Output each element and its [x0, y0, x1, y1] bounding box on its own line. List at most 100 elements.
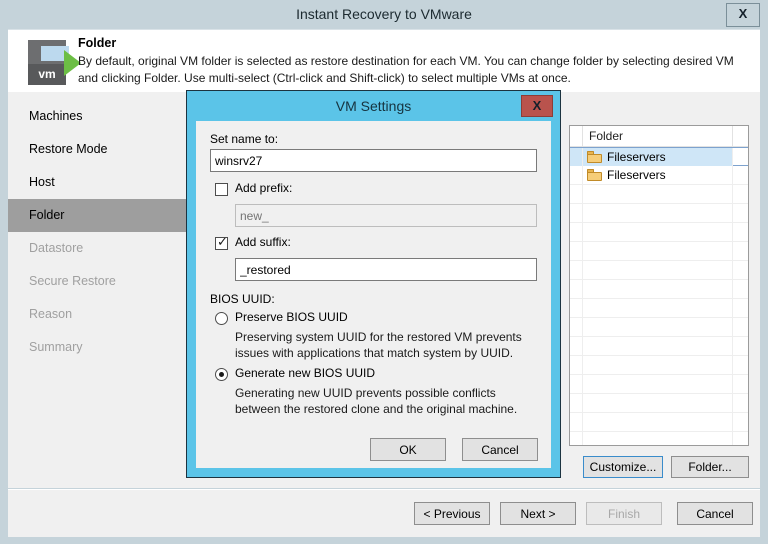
sidebar-item-folder[interactable]: Folder: [8, 199, 187, 232]
page-description: By default, original VM folder is select…: [78, 53, 750, 87]
row-gutter-cell: [570, 394, 583, 412]
window-title: Instant Recovery to VMware: [0, 0, 768, 28]
table-row-empty[interactable]: [570, 242, 748, 261]
row-gutter-cell: [570, 413, 583, 431]
row-folder-cell: Fileservers: [583, 148, 733, 166]
table-row-empty[interactable]: [570, 413, 748, 432]
row-folder-cell: [583, 337, 733, 355]
sidebar-item-summary[interactable]: Summary: [8, 331, 187, 364]
table-row[interactable]: Fileservers: [570, 166, 748, 185]
folder-table[interactable]: Folder Fileservers Fileservers: [569, 125, 749, 446]
set-name-input[interactable]: [210, 149, 537, 172]
sidebar-item-machines[interactable]: Machines: [8, 100, 187, 133]
table-row-empty[interactable]: [570, 432, 748, 446]
table-row-empty[interactable]: [570, 337, 748, 356]
next-button[interactable]: Next >: [500, 502, 576, 525]
row-gutter-cell: [570, 337, 583, 355]
row-gutter-cell: [570, 280, 583, 298]
folder-icon: [587, 151, 602, 163]
row-folder-cell: Fileservers: [583, 166, 733, 184]
row-folder-cell: [583, 204, 733, 222]
previous-button[interactable]: < Previous: [414, 502, 490, 525]
vm-settings-dialog: VM Settings X Set name to: Add prefix: ✓…: [186, 90, 561, 478]
table-row-empty[interactable]: [570, 394, 748, 413]
row-folder-label: Fileservers: [607, 166, 666, 184]
instant-recovery-wizard-window: Instant Recovery to VMware X vm Folder B…: [0, 0, 768, 544]
row-folder-cell: [583, 185, 733, 203]
table-row-empty[interactable]: [570, 356, 748, 375]
finish-button: Finish: [586, 502, 662, 525]
monitor-shape: [28, 40, 66, 64]
row-folder-cell: [583, 356, 733, 374]
preserve-bios-uuid-radio[interactable]: [215, 312, 228, 325]
sidebar-item-datastore[interactable]: Datastore: [8, 232, 187, 265]
row-folder-cell: [583, 242, 733, 260]
table-row[interactable]: Fileservers: [570, 147, 748, 166]
add-suffix-checkbox[interactable]: ✓: [215, 237, 228, 250]
dialog-close-icon[interactable]: X: [521, 95, 553, 117]
sidebar-item-reason[interactable]: Reason: [8, 298, 187, 331]
table-row-empty[interactable]: [570, 185, 748, 204]
vm-restore-icon: vm: [20, 38, 82, 88]
sidebar-item-host[interactable]: Host: [8, 166, 187, 199]
set-name-label: Set name to:: [210, 132, 278, 146]
row-gutter-cell: [570, 223, 583, 241]
page-title: Folder: [78, 36, 116, 50]
customize-button[interactable]: Customize...: [583, 456, 663, 478]
folder-button[interactable]: Folder...: [671, 456, 749, 478]
row-gutter-cell: [570, 166, 583, 184]
row-folder-cell: [583, 394, 733, 412]
table-header-folder[interactable]: Folder: [583, 126, 733, 146]
prefix-input: [235, 204, 537, 227]
table-row-empty[interactable]: [570, 318, 748, 337]
cancel-button[interactable]: Cancel: [677, 502, 753, 525]
add-prefix-checkbox[interactable]: [215, 183, 228, 196]
vm-badge: vm: [28, 64, 66, 85]
generate-bios-uuid-description: Generating new UUID prevents possible co…: [235, 385, 531, 417]
preserve-bios-uuid-label: Preserve BIOS UUID: [235, 310, 348, 324]
sidebar-item-secure-restore[interactable]: Secure Restore: [8, 265, 187, 298]
table-row-empty[interactable]: [570, 261, 748, 280]
table-row-empty[interactable]: [570, 280, 748, 299]
table-header-row: Folder: [570, 126, 748, 147]
generate-bios-uuid-radio[interactable]: [215, 368, 228, 381]
row-folder-cell: [583, 413, 733, 431]
table-row-empty[interactable]: [570, 375, 748, 394]
row-gutter-cell: [570, 204, 583, 222]
bios-uuid-label: BIOS UUID:: [210, 292, 275, 306]
suffix-input[interactable]: [235, 258, 537, 281]
table-row-empty[interactable]: [570, 299, 748, 318]
wizard-step-sidebar: Machines Restore Mode Host Folder Datast…: [8, 92, 187, 488]
row-folder-cell: [583, 223, 733, 241]
row-gutter-cell: [570, 261, 583, 279]
row-folder-cell: [583, 432, 733, 446]
row-folder-cell: [583, 375, 733, 393]
row-gutter-cell: [570, 356, 583, 374]
row-gutter-cell: [570, 432, 583, 446]
dialog-cancel-button[interactable]: Cancel: [462, 438, 538, 461]
row-folder-cell: [583, 280, 733, 298]
row-gutter-cell: [570, 242, 583, 260]
add-prefix-label: Add prefix:: [235, 181, 292, 195]
row-gutter-cell: [570, 318, 583, 336]
sidebar-item-restore-mode[interactable]: Restore Mode: [8, 133, 187, 166]
row-gutter-cell: [570, 148, 583, 166]
folder-icon: [587, 169, 602, 181]
row-folder-cell: [583, 318, 733, 336]
dialog-title: VM Settings: [187, 91, 560, 121]
row-gutter-cell: [570, 375, 583, 393]
generate-bios-uuid-label: Generate new BIOS UUID: [235, 366, 375, 380]
row-gutter-cell: [570, 185, 583, 203]
row-gutter-cell: [570, 299, 583, 317]
preserve-bios-uuid-description: Preserving system UUID for the restored …: [235, 329, 531, 361]
row-folder-cell: [583, 261, 733, 279]
table-row-empty[interactable]: [570, 223, 748, 242]
dialog-body: Set name to: Add prefix: ✓ Add suffix: B…: [196, 121, 551, 468]
wizard-header: vm Folder By default, original VM folder…: [8, 29, 760, 93]
table-header-gutter: [570, 126, 583, 146]
row-folder-cell: [583, 299, 733, 317]
table-row-empty[interactable]: [570, 204, 748, 223]
dialog-ok-button[interactable]: OK: [370, 438, 446, 461]
close-icon[interactable]: X: [726, 3, 760, 27]
window-title-bar: Instant Recovery to VMware X: [0, 0, 768, 28]
